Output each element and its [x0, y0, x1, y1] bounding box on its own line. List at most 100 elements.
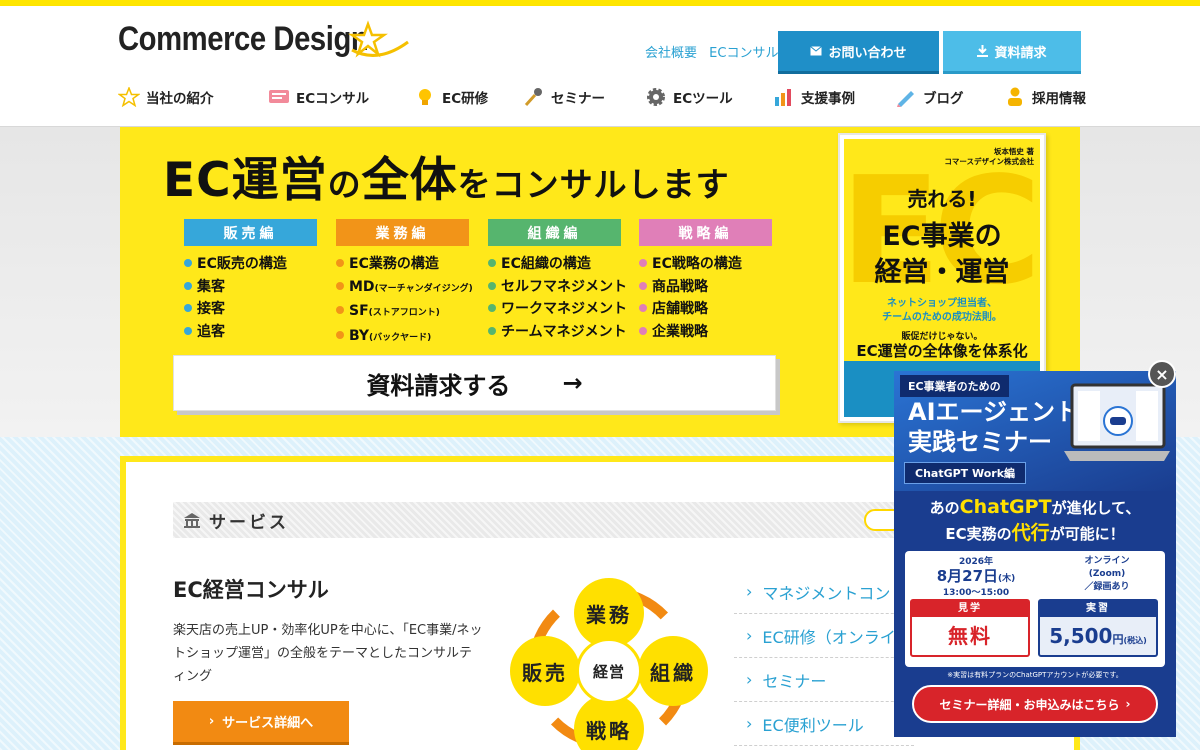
nav-label: EC研修 — [442, 91, 489, 107]
button-label: サービス詳細へ — [222, 716, 314, 731]
nav-label: 支援事例 — [801, 91, 855, 107]
service-link[interactable]: › マネジメントコン — [734, 570, 914, 614]
category-item: EC戦略の構造 — [639, 253, 772, 276]
category-item: ワークマネジメント — [488, 298, 627, 321]
diagram-node: 組織 — [638, 636, 708, 706]
chevron-right-icon: › — [746, 670, 753, 689]
category-item: 集客 — [184, 276, 317, 299]
category-item: チームマネジメント — [488, 321, 627, 344]
chat-icon — [269, 90, 289, 103]
service-link[interactable]: › EC研修（オンライ — [734, 614, 914, 658]
nav-item-ec-consul[interactable]: ECコンサル — [268, 87, 369, 107]
top-links: 会社概要 ECコンサル — [645, 42, 786, 61]
chevron-right-icon: › — [208, 714, 215, 729]
book-catch: 売れる! — [907, 187, 977, 211]
global-nav: 当社の紹介 ECコンサル EC研修 セミナー ECツール 支援事例 ブログ 採用… — [118, 87, 1086, 109]
nav-item-ec-tools[interactable]: ECツール — [645, 87, 733, 107]
service-title: EC経営コンサル — [173, 578, 329, 602]
star-icon — [118, 87, 140, 107]
bar-chart-icon — [775, 89, 791, 106]
site-header: Commerce Design 会社概要 ECコンサル お問い合わせ 資料請求 … — [0, 6, 1200, 127]
book-title: EC事業の 経営・運営 — [874, 221, 1010, 288]
category-strategy: 戦略編 EC戦略の構造 商品戦略 店舗戦略 企業戦略 — [639, 219, 772, 343]
nav-label: セミナー — [551, 91, 605, 107]
contact-button[interactable]: お問い合わせ — [778, 31, 939, 74]
popup-note: ※実習は有料プランのChatGPTアカウントが必要です。 — [947, 671, 1123, 679]
seminar-signup-button[interactable]: セミナー詳細・お申込みはこちら › — [912, 685, 1158, 723]
section-header: サービス — [173, 502, 913, 538]
document-request-button[interactable]: 資料請求 — [943, 31, 1081, 74]
lightbulb-icon — [419, 89, 431, 105]
category-header: 業務編 — [336, 219, 469, 246]
practice-price: 実習 5,500円(税込) — [1038, 599, 1158, 657]
pen-icon — [897, 91, 914, 107]
nav-item-case-studies[interactable]: 支援事例 — [773, 87, 855, 107]
hero-title-part: 全体 — [361, 153, 458, 208]
chevron-right-icon: › — [746, 626, 753, 645]
nav-label: ブログ — [923, 91, 964, 107]
service-link[interactable]: › EC便利ツール — [734, 702, 914, 746]
category-item: EC販売の構造 — [184, 253, 317, 276]
nav-item-blog[interactable]: ブログ — [895, 87, 964, 107]
category-item: BY(バックヤード) — [336, 325, 469, 350]
price-label: 見学 — [912, 601, 1028, 617]
contact-button-label: お問い合わせ — [828, 45, 907, 61]
section-title: サービス — [209, 512, 289, 533]
gear-icon — [647, 88, 665, 106]
nav-label: 採用情報 — [1032, 91, 1086, 107]
microphone-icon — [524, 88, 542, 107]
seminar-date: 2026年 8月27日(木) 13:00～15:00 — [936, 557, 1016, 598]
category-item: EC組織の構造 — [488, 253, 621, 276]
shop-icon — [184, 513, 200, 528]
button-label: セミナー詳細・お申込みはこちら — [939, 697, 1120, 712]
cta-label: 資料請求する — [366, 371, 511, 400]
hero-title-part: の — [327, 165, 362, 204]
seminar-details: 2026年 8月27日(木) 13:00～15:00 オンライン (Zoom) ／録… — [905, 551, 1165, 667]
logo[interactable]: Commerce Design — [118, 20, 369, 59]
seminar-popup[interactable]: EC事業者のための AIエージェント 実践セミナー ChatGPT Work編 あ… — [894, 371, 1176, 737]
consulting-diagram: 業務 販売 組織 戦略 経営 — [504, 574, 714, 750]
chevron-right-icon: › — [746, 582, 753, 601]
nav-label: 当社の紹介 — [146, 91, 214, 107]
nav-item-recruit[interactable]: 採用情報 — [1004, 87, 1086, 107]
category-item: 商品戦略 — [639, 276, 772, 299]
category-item: 企業戦略 — [639, 321, 772, 344]
chevron-right-icon: › — [746, 714, 753, 733]
service-detail-button[interactable]: › サービス詳細へ — [173, 701, 349, 745]
service-description: 楽天店の売上UP・効率化UPを中心に、「EC事業/ネットショップ運営」の全般をテ… — [173, 623, 483, 684]
nav-label: ECツール — [673, 91, 733, 107]
hero-title-part: をコンサルします — [457, 165, 730, 204]
mail-icon — [810, 46, 823, 56]
arrow-right-icon: → — [562, 369, 583, 397]
request-document-cta[interactable]: 資料請求する → — [173, 355, 776, 411]
category-operations: 業務編 EC業務の構造 MD(マーチャンダイジング) SF(ストアフロント) B… — [336, 219, 473, 350]
popup-message: あのChatGPTが進化して、 EC実務の代行が可能に！ — [929, 496, 1141, 544]
nav-item-ec-training[interactable]: EC研修 — [414, 87, 488, 107]
popup-kicker: EC事業者のための — [900, 375, 1009, 397]
category-item: セルフマネジメント — [488, 276, 627, 299]
popup-tag: ChatGPT Work編 — [904, 462, 1027, 484]
service-link[interactable]: › セミナー — [734, 658, 914, 702]
ec-consul-link[interactable]: ECコンサル — [709, 46, 778, 61]
book-line-large: EC運営の全体像を体系化 — [856, 342, 1028, 360]
nav-label: ECコンサル — [296, 91, 370, 107]
category-header: 販売編 — [184, 219, 317, 246]
star-icon — [348, 20, 409, 58]
diagram-node: 販売 — [510, 636, 580, 706]
diagram-center: 経営 — [576, 638, 642, 704]
company-link[interactable]: 会社概要 — [645, 46, 697, 61]
category-item: 店舗戦略 — [639, 298, 772, 321]
hero-title: EC運営の全体をコンサルします — [163, 141, 730, 210]
category-header: 組織編 — [488, 219, 621, 246]
category-organization: 組織編 EC組織の構造 セルフマネジメント ワークマネジメント チームマネジメン… — [488, 219, 627, 344]
service-links: › マネジメントコン › EC研修（オンライ › セミナー › EC便利ツール — [734, 570, 914, 746]
book-subtitle: ネットショップ担当者、 チームのための成功法則。 — [882, 298, 1002, 323]
seminar-format: オンライン (Zoom) ／録画あり — [1084, 556, 1130, 592]
nav-item-seminar[interactable]: セミナー — [523, 87, 605, 107]
category-item: SF(ストアフロント) — [336, 300, 469, 325]
nav-item-about[interactable]: 当社の紹介 — [118, 87, 214, 107]
close-icon[interactable]: × — [1148, 360, 1176, 388]
category-item: 接客 — [184, 298, 317, 321]
popup-title: AIエージェント 実践セミナー — [908, 398, 1080, 456]
price-value: 無料 — [948, 624, 992, 648]
